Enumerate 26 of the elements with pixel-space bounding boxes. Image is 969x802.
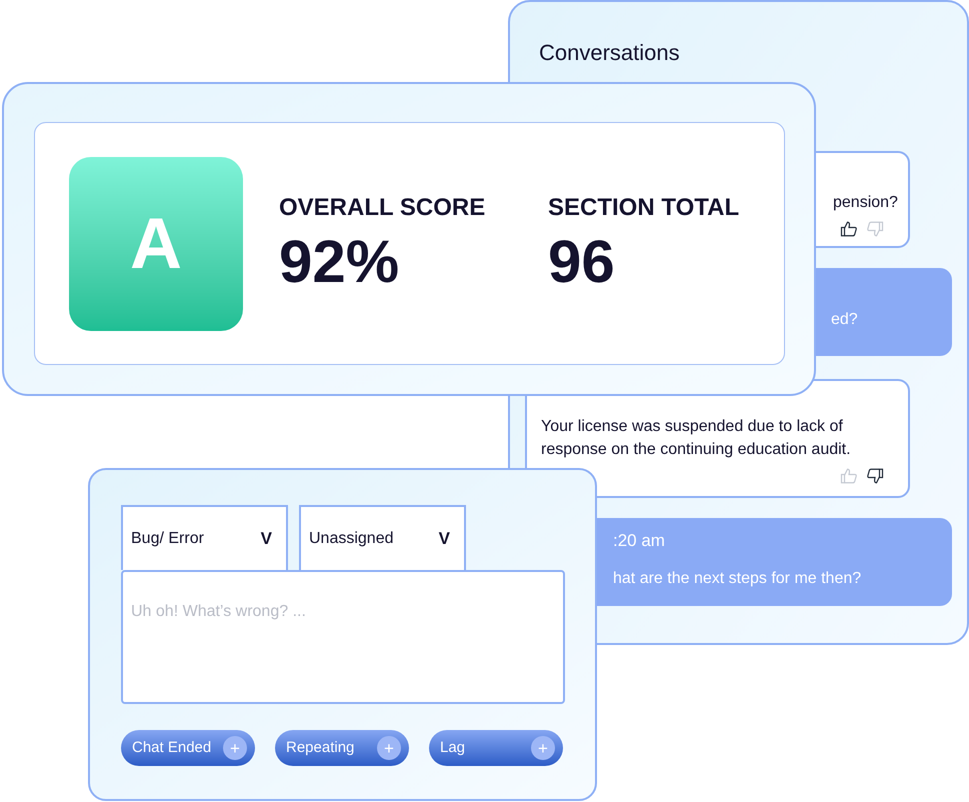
tag-button[interactable]: Repeating + xyxy=(275,730,409,766)
thumbs-up-icon[interactable] xyxy=(840,220,858,238)
plus-icon: + xyxy=(223,736,247,760)
message-text: pension? xyxy=(833,193,899,213)
plus-icon: + xyxy=(531,736,555,760)
stat-label: OVERALL SCORE xyxy=(279,192,486,222)
message-text: Your license was suspended due to lack of response on the continuing education audit. xyxy=(541,417,852,460)
message-time: :20 am xyxy=(613,530,666,552)
message-text: ed? xyxy=(831,310,859,330)
tag-button[interactable]: Chat Ended + xyxy=(121,730,255,766)
tag-button[interactable]: Lag + xyxy=(429,730,563,766)
message-text: hat are the next steps for me then? xyxy=(613,568,862,588)
thumbs-up-icon[interactable] xyxy=(840,467,858,485)
thumbs-down-icon[interactable] xyxy=(866,467,884,485)
stat-value: 92% xyxy=(279,226,400,296)
dropdown[interactable]: Bug/ Error V xyxy=(121,505,288,570)
thumbs-down-icon[interactable] xyxy=(866,220,884,238)
plus-icon: + xyxy=(377,736,401,760)
caret-icon: V xyxy=(438,526,450,552)
caret-icon: V xyxy=(260,526,272,552)
dropdown[interactable]: Unassigned V xyxy=(299,505,466,570)
panel-title: Conversations xyxy=(539,39,680,67)
stat-label: SECTION TOTAL xyxy=(548,192,740,222)
grade-tile: A xyxy=(69,156,243,330)
stat-value: 96 xyxy=(548,226,616,296)
message-field[interactable]: Uh oh! What’s wrong? ... xyxy=(121,570,565,704)
